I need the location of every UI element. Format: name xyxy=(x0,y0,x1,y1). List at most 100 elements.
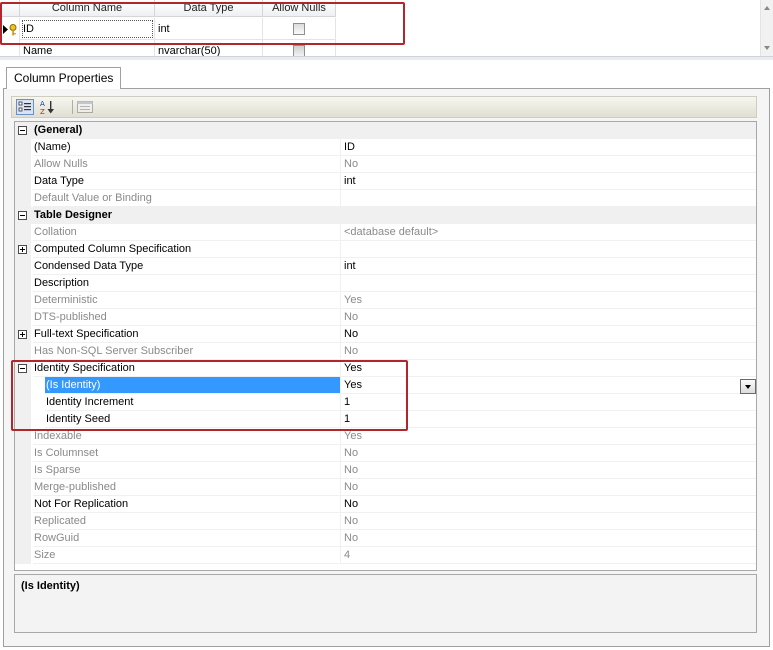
property-label: Allow Nulls xyxy=(33,156,340,173)
data-type-cell[interactable]: int xyxy=(155,18,263,40)
allow-nulls-checkbox[interactable] xyxy=(293,45,305,56)
property-row[interactable]: Default Value or Binding xyxy=(15,190,756,207)
description-title: (Is Identity) xyxy=(21,580,80,592)
property-value[interactable]: ID xyxy=(340,139,756,156)
property-value: No xyxy=(340,530,756,547)
property-row[interactable]: Full-text Specification No xyxy=(15,326,756,343)
column-name-cell[interactable]: Name xyxy=(20,40,155,56)
data-type-header[interactable]: Data Type xyxy=(155,0,263,17)
row-gutter xyxy=(15,394,31,411)
property-row[interactable]: Replicated No xyxy=(15,513,756,530)
scroll-up-icon[interactable] xyxy=(764,6,770,10)
property-value: Yes xyxy=(340,292,756,309)
expand-icon[interactable] xyxy=(18,330,27,339)
row-gutter xyxy=(15,292,31,309)
property-category[interactable]: (General) xyxy=(15,122,756,139)
property-pages-icon[interactable] xyxy=(76,99,94,115)
vertical-scrollbar[interactable] xyxy=(760,0,773,56)
property-label: Description xyxy=(33,275,340,292)
primary-key-icon xyxy=(3,24,17,36)
property-value[interactable]: 1 xyxy=(340,394,756,411)
property-row[interactable]: Allow Nulls No xyxy=(15,156,756,173)
row-gutter xyxy=(15,139,31,156)
property-label: DTS-published xyxy=(33,309,340,326)
property-row[interactable]: DTS-published No xyxy=(15,309,756,326)
expand-icon[interactable] xyxy=(18,245,27,254)
table-design-grid: Column Name Data Type Allow Nulls ID int… xyxy=(0,0,773,56)
property-row[interactable]: Collation <database default> xyxy=(15,224,756,241)
svg-text:A: A xyxy=(40,100,45,108)
property-category[interactable]: Table Designer xyxy=(15,207,756,224)
tab-column-properties[interactable]: Column Properties xyxy=(6,67,122,89)
column-name-header[interactable]: Column Name xyxy=(20,0,155,17)
pane-splitter[interactable] xyxy=(0,56,773,60)
property-label: Collation xyxy=(33,224,340,241)
description-pane: (Is Identity) xyxy=(14,574,757,633)
property-row[interactable]: Computed Column Specification xyxy=(15,241,756,258)
dropdown-button[interactable] xyxy=(740,379,756,394)
property-row[interactable]: Deterministic Yes xyxy=(15,292,756,309)
property-value[interactable]: 1 xyxy=(340,411,756,428)
row-gutter xyxy=(15,547,31,564)
property-row[interactable]: Description xyxy=(15,275,756,292)
alphabetical-sort-icon[interactable]: A Z xyxy=(39,99,57,115)
collapse-icon[interactable] xyxy=(18,364,27,373)
row-gutter xyxy=(15,190,31,207)
property-value[interactable]: int xyxy=(340,173,756,190)
property-row[interactable]: Is Sparse No xyxy=(15,462,756,479)
svg-text:Z: Z xyxy=(40,108,45,115)
property-row[interactable]: Identity Seed 1 xyxy=(15,411,756,428)
scroll-down-icon[interactable] xyxy=(764,46,770,50)
property-value[interactable]: No xyxy=(340,496,756,513)
table-row[interactable]: ID int xyxy=(0,18,760,40)
property-row[interactable]: Size 4 xyxy=(15,547,756,564)
property-row[interactable]: Not For Replication No xyxy=(15,496,756,513)
property-label: Is Columnset xyxy=(33,445,340,462)
property-value[interactable]: Yes xyxy=(340,360,756,377)
table-row[interactable]: Name nvarchar(50) xyxy=(0,40,760,56)
property-row[interactable]: Identity Increment 1 xyxy=(15,394,756,411)
allow-nulls-cell[interactable] xyxy=(263,40,336,56)
property-value[interactable]: int xyxy=(340,258,756,275)
property-label: Computed Column Specification xyxy=(33,241,340,258)
categorized-icon[interactable] xyxy=(16,99,34,115)
row-gutter xyxy=(15,241,31,258)
property-label: Full-text Specification xyxy=(33,326,340,343)
property-value[interactable]: Yes xyxy=(340,377,756,394)
column-name-cell[interactable]: ID xyxy=(20,18,155,40)
property-row[interactable]: Is Columnset No xyxy=(15,445,756,462)
property-value: No xyxy=(340,156,756,173)
property-grid: (General) (Name) ID Allow Nulls No Data Type i… xyxy=(14,121,757,571)
property-row[interactable]: Indexable Yes xyxy=(15,428,756,445)
property-row[interactable]: Data Type int xyxy=(15,173,756,190)
property-row[interactable]: Merge-published No xyxy=(15,479,756,496)
property-row[interactable]: RowGuid No xyxy=(15,530,756,547)
row-gutter xyxy=(15,173,31,190)
row-gutter xyxy=(15,377,31,394)
property-row[interactable]: (Name) ID xyxy=(15,139,756,156)
row-gutter xyxy=(15,156,31,173)
property-value[interactable]: No xyxy=(340,326,756,343)
allow-nulls-header[interactable]: Allow Nulls xyxy=(263,0,336,17)
row-selector[interactable] xyxy=(0,40,20,56)
property-row[interactable]: (Is Identity) Yes xyxy=(15,377,756,394)
property-value[interactable] xyxy=(340,275,756,292)
property-row[interactable]: Has Non-SQL Server Subscriber No xyxy=(15,343,756,360)
row-gutter xyxy=(15,207,31,224)
row-selector[interactable] xyxy=(0,18,20,40)
collapse-icon[interactable] xyxy=(18,211,27,220)
collapse-icon[interactable] xyxy=(18,126,27,135)
property-label: Table Designer xyxy=(33,207,340,224)
property-row[interactable]: Identity Specification Yes xyxy=(15,360,756,377)
data-type-cell[interactable]: nvarchar(50) xyxy=(155,40,263,56)
row-gutter xyxy=(15,258,31,275)
property-label: Is Sparse xyxy=(33,462,340,479)
allow-nulls-checkbox[interactable] xyxy=(293,23,305,35)
allow-nulls-cell[interactable] xyxy=(263,18,336,40)
row-gutter xyxy=(15,513,31,530)
property-label: Replicated xyxy=(33,513,340,530)
property-label: (Name) xyxy=(33,139,340,156)
property-value[interactable] xyxy=(340,241,756,258)
property-row[interactable]: Condensed Data Type int xyxy=(15,258,756,275)
property-label: (General) xyxy=(33,122,340,139)
